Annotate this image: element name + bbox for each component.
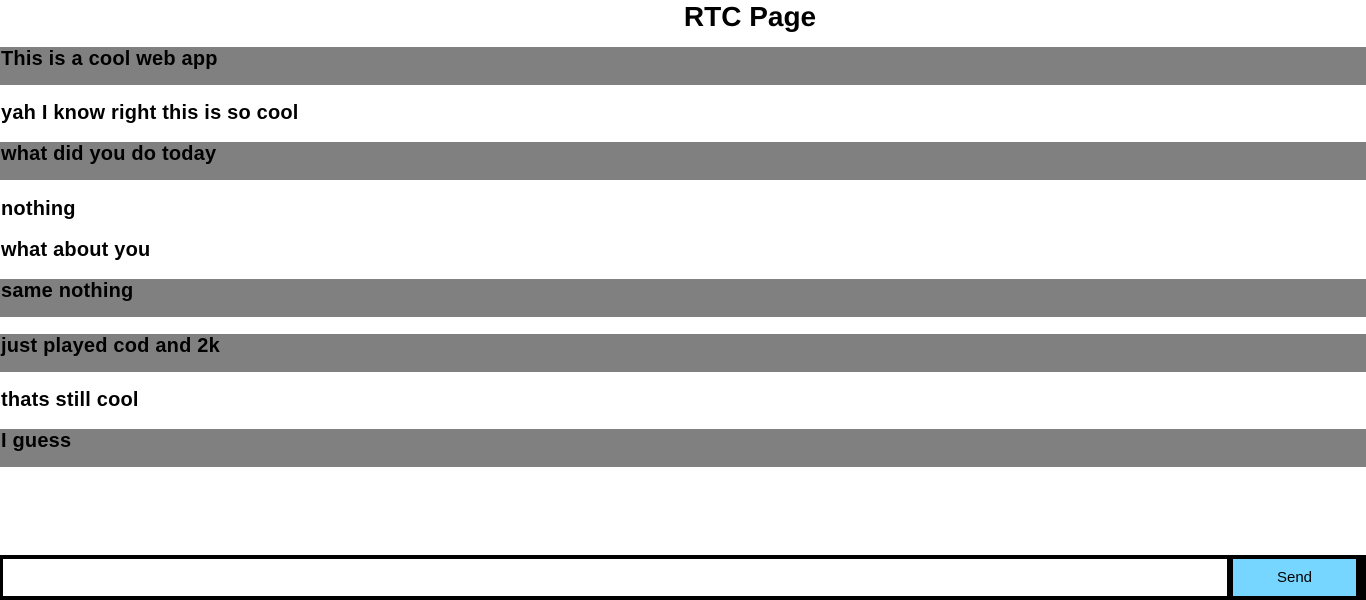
rtc-page: RTC Page This is a cool web app yah I kn… bbox=[0, 0, 1366, 600]
message-input[interactable] bbox=[3, 559, 1227, 596]
message-composer: Send bbox=[0, 555, 1366, 600]
chat-message: just played cod and 2k bbox=[0, 334, 1366, 372]
chat-message: This is a cool web app bbox=[0, 47, 1366, 85]
chat-message: nothing bbox=[1, 198, 76, 220]
chat-message: what did you do today bbox=[0, 142, 1366, 180]
send-button[interactable]: Send bbox=[1233, 559, 1356, 596]
chat-message: what about you bbox=[1, 239, 151, 261]
chat-message: thats still cool bbox=[1, 389, 139, 411]
chat-message: same nothing bbox=[0, 279, 1366, 317]
chat-message: yah I know right this is so cool bbox=[1, 102, 299, 124]
page-title: RTC Page bbox=[683, 1, 817, 32]
chat-message: I guess bbox=[0, 429, 1366, 467]
